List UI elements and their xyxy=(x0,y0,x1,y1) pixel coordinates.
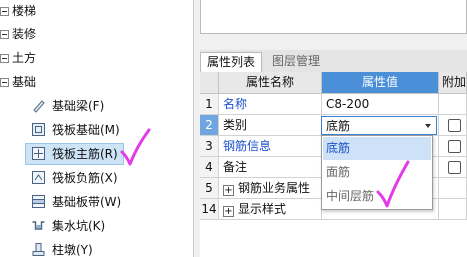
tab-property-list[interactable]: 属性列表 xyxy=(200,52,263,72)
property-group[interactable]: + 钢筋业务属性 xyxy=(219,178,322,199)
property-panel: 属性列表 图层管理 属性名称 属性值 附加 1 名称 C8-200 2 类别 3… xyxy=(194,0,467,257)
extra-cell xyxy=(439,199,467,220)
tree-category-foundation[interactable]: 基础 xyxy=(0,71,193,94)
property-name: 备注 xyxy=(219,157,322,178)
tree-item-label: 柱墩(Y) xyxy=(52,243,93,257)
dropdown-option-middle-rebar[interactable]: 中间层筋 xyxy=(323,185,431,208)
property-value-field[interactable]: C8-200 xyxy=(322,94,439,115)
table-header-value[interactable]: 属性值 xyxy=(322,72,439,94)
raft-foundation-icon xyxy=(32,123,45,136)
attach-checkbox[interactable] xyxy=(448,161,461,174)
tree-item-column-pier[interactable]: 柱墩(Y) xyxy=(0,238,193,257)
tree-item-label: 筏板主筋(R) xyxy=(52,147,118,161)
expand-icon[interactable]: + xyxy=(223,206,234,217)
category-select-value: 底筋 xyxy=(326,119,351,133)
tree-item-label: 筏板负筋(X) xyxy=(52,171,118,185)
category-select[interactable]: 底筋 xyxy=(321,116,437,135)
tree-item-raft-negative-rebar[interactable]: 筏板负筋(X) xyxy=(0,166,193,190)
tree-item-label: 基础梁(F) xyxy=(52,99,105,113)
tree-item-raft-main-rebar[interactable]: 筏板主筋(R) xyxy=(0,142,193,166)
tree-category-label: 基础 xyxy=(12,75,37,89)
row-number: 14 xyxy=(200,199,219,220)
collapse-toggle-icon[interactable] xyxy=(0,54,9,63)
table-row[interactable]: 1 名称 C8-200 xyxy=(200,94,467,115)
property-group-label: 显示样式 xyxy=(238,202,287,216)
tree-category-label: 楼梯 xyxy=(12,4,37,18)
tree-item-foundation-beam[interactable]: 基础梁(F) xyxy=(0,94,193,118)
raft-negative-rebar-icon xyxy=(32,171,45,184)
category-dropdown-list: 底筋 面筋 中间层筋 xyxy=(321,135,433,210)
dropdown-option-bottom-rebar[interactable]: 底筋 xyxy=(323,137,431,160)
tree-item-label: 基础板带(W) xyxy=(52,195,122,209)
extra-cell xyxy=(439,136,467,157)
tree-item-label: 筏板基础(M) xyxy=(52,123,120,137)
tree-item-raft-foundation[interactable]: 筏板基础(M) xyxy=(0,118,193,142)
tree-category-earthwork[interactable]: 土方 xyxy=(0,47,193,70)
extra-cell xyxy=(439,178,467,199)
tree-category-stairs[interactable]: 楼梯 xyxy=(0,0,193,23)
tree-item-sump-pit[interactable]: 集水坑(K) xyxy=(0,214,193,238)
beam-icon xyxy=(33,100,45,113)
chevron-down-icon[interactable] xyxy=(425,124,431,128)
tree-category-label: 装修 xyxy=(12,27,37,41)
sump-pit-icon xyxy=(32,221,45,230)
tree-item-label: 集水坑(K) xyxy=(52,219,106,233)
attach-checkbox[interactable] xyxy=(448,140,461,153)
raft-main-rebar-icon xyxy=(32,147,45,160)
collapse-toggle-icon[interactable] xyxy=(0,30,9,39)
collapse-toggle-icon[interactable] xyxy=(0,78,9,87)
table-header-name[interactable]: 属性名称 xyxy=(219,72,322,94)
collapse-toggle-icon[interactable] xyxy=(0,7,9,16)
row-number: 5 xyxy=(200,178,219,199)
extra-cell xyxy=(439,115,467,136)
attach-checkbox[interactable] xyxy=(448,119,461,132)
tree-item-foundation-strip[interactable]: 基础板带(W) xyxy=(0,190,193,214)
row-number: 2 xyxy=(200,115,219,136)
table-header-index xyxy=(200,72,219,94)
panel-tabs: 属性列表 图层管理 xyxy=(200,50,467,72)
row-number: 4 xyxy=(200,157,219,178)
component-tree: 楼梯 装修 土方 基础 基础梁(F) 筏板基础(M) 筏板主筋(R) 筏板负筋(… xyxy=(0,0,193,257)
extra-cell xyxy=(439,94,467,115)
property-name: 钢筋信息 xyxy=(219,136,322,157)
tree-category-decoration[interactable]: 装修 xyxy=(0,23,193,46)
tree-category-label: 土方 xyxy=(12,51,37,65)
foundation-strip-icon xyxy=(32,195,45,208)
row-number: 1 xyxy=(200,94,219,115)
table-header-extra[interactable]: 附加 xyxy=(439,72,467,94)
property-name: 名称 xyxy=(219,94,322,115)
extra-cell xyxy=(439,157,467,178)
property-name: 类别 xyxy=(219,115,322,136)
tab-layer-management[interactable]: 图层管理 xyxy=(266,52,326,72)
upper-pane xyxy=(200,0,467,34)
row-number: 3 xyxy=(200,136,219,157)
property-group[interactable]: + 显示样式 xyxy=(219,199,322,220)
column-pier-icon xyxy=(32,243,45,256)
expand-icon[interactable]: + xyxy=(223,185,234,196)
dropdown-option-top-rebar[interactable]: 面筋 xyxy=(323,161,431,184)
property-group-label: 钢筋业务属性 xyxy=(238,181,311,195)
